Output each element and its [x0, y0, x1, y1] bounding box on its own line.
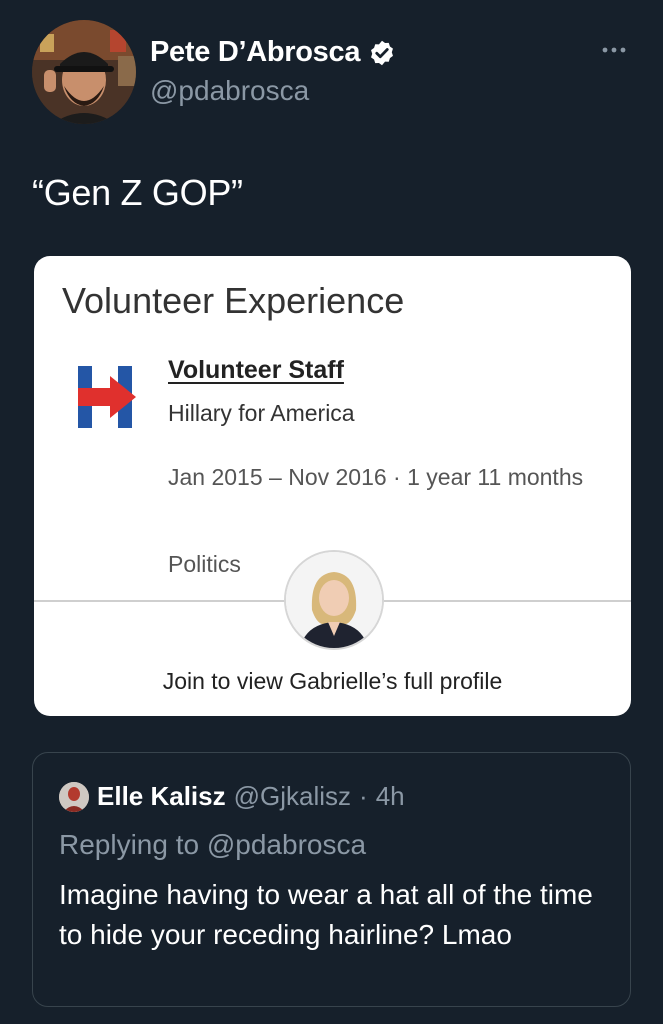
quoted-tweet-header: Elle Kalisz @Gjkalisz · 4h — [59, 781, 405, 812]
more-options-icon[interactable] — [597, 42, 631, 58]
quoted-tweet-text: Imagine having to wear a hat all of the … — [59, 879, 593, 950]
author-display-name[interactable]: Pete D’Abrosca — [150, 36, 360, 69]
tweet-text: “Gen Z GOP” — [32, 172, 243, 213]
quoted-tweet[interactable]: Elle Kalisz @Gjkalisz · 4h Replying to @… — [32, 752, 631, 1007]
author-name-row: Pete D’Abrosca — [150, 36, 396, 69]
media-section-title: Volunteer Experience — [62, 280, 405, 321]
verified-badge-icon — [368, 39, 396, 67]
tweet: Pete D’Abrosca @pdabrosca “Gen Z GOP” Vo… — [0, 0, 663, 1024]
join-profile-cta: Join to view Gabrielle’s full profile — [162, 668, 503, 694]
profile-photo-icon — [284, 550, 384, 650]
hillary-campaign-logo-icon — [78, 366, 138, 428]
volunteer-dates: Jan 2015 – Nov 2016 · 1 year 11 months — [168, 464, 584, 490]
quoted-separator: · — [359, 781, 368, 811]
profile-photo-icon — [32, 20, 136, 124]
tweet-media-image[interactable]: Volunteer Experience Volunteer Staff Hil… — [34, 256, 631, 716]
volunteer-cause: Politics — [168, 551, 241, 577]
volunteer-role: Volunteer Staff — [168, 356, 344, 384]
replying-to-label: Replying to @pdabrosca — [59, 829, 367, 860]
quoted-timestamp[interactable]: 4h — [376, 781, 405, 812]
author-avatar[interactable] — [32, 20, 136, 124]
quoted-author-handle[interactable]: @Gjkalisz — [234, 781, 351, 812]
quoted-author-name[interactable]: Elle Kalisz — [97, 781, 226, 812]
author-handle[interactable]: @pdabrosca — [150, 75, 309, 107]
quoted-author-avatar-icon[interactable] — [59, 781, 89, 812]
volunteer-organization: Hillary for America — [168, 400, 355, 426]
